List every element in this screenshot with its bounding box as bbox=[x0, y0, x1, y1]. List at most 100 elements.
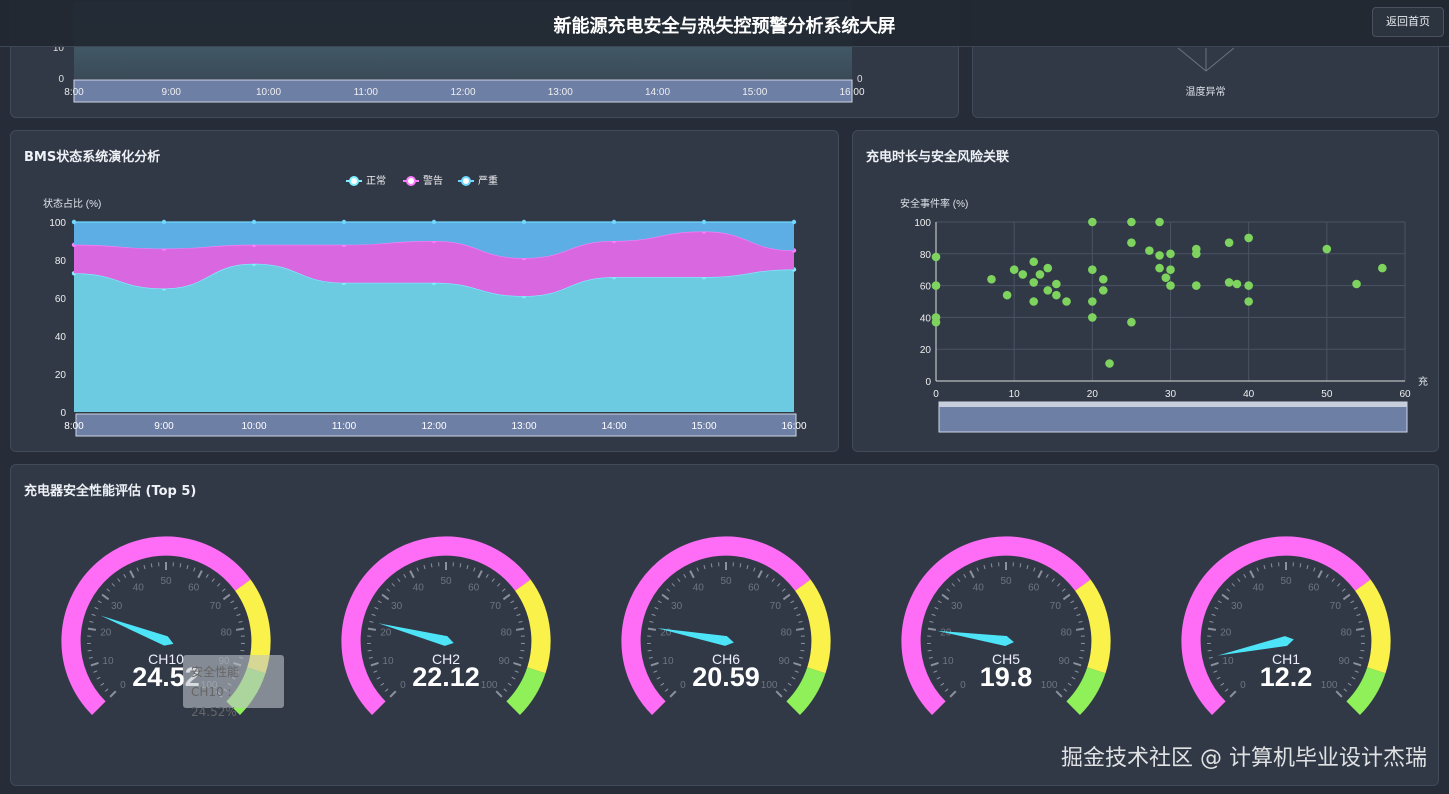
gauge-tick bbox=[689, 570, 695, 579]
scatter-point bbox=[1098, 274, 1108, 284]
bms-panel: BMS状态系统演化分析 状态占比 (%) 0 20 40 60 80 100 8:00 9:0… bbox=[10, 130, 839, 452]
gauge-tick bbox=[696, 567, 699, 572]
gauge-tick-label: 90 bbox=[1058, 656, 1070, 667]
gauge-tick bbox=[368, 656, 373, 659]
gauge-tick bbox=[1270, 563, 1273, 568]
scatter-chart: 安全事件率 (%) 充 0 20 40 60 80 100 0 10 20 30 40 50 60 bbox=[900, 197, 1428, 433]
gauge-tick bbox=[790, 600, 795, 604]
watermark: 掘金技术社区 @ 计算机毕业设计杰瑞 bbox=[1061, 746, 1427, 771]
gauge-tick bbox=[783, 688, 788, 692]
gauge-tick bbox=[230, 600, 235, 604]
gauge-tick bbox=[795, 627, 805, 631]
gauge-tick bbox=[459, 563, 462, 568]
gauge-tick bbox=[1076, 613, 1081, 617]
gauge-band bbox=[1354, 579, 1391, 674]
gauge-tick-label: 100 bbox=[1041, 680, 1058, 691]
y-tick: 40 bbox=[55, 332, 67, 343]
gauge-tick bbox=[1358, 620, 1363, 623]
gauge-tick bbox=[1221, 593, 1230, 601]
gauge-tick bbox=[503, 688, 508, 692]
gauge-tick bbox=[370, 661, 379, 667]
y-tick: 0 bbox=[58, 74, 64, 85]
gauge-tick bbox=[753, 567, 756, 572]
gauge-tick bbox=[221, 588, 226, 592]
gauge-tick bbox=[1211, 613, 1216, 617]
gauge-tick-label: 10 bbox=[942, 656, 954, 667]
gauge-tick bbox=[1335, 690, 1343, 698]
gauge-tick bbox=[1207, 649, 1212, 652]
legend-icon bbox=[406, 176, 416, 186]
gauge-band bbox=[1074, 579, 1111, 674]
gauge-tick bbox=[371, 613, 376, 617]
gauge-tick-label: 30 bbox=[951, 601, 963, 612]
gauge-ch6: 0102030405060708090100CH620.59 bbox=[621, 536, 831, 715]
scatter-point bbox=[1052, 290, 1061, 300]
y-tick: 0 bbox=[925, 377, 931, 388]
gauge-tick bbox=[946, 588, 951, 592]
scatter-point bbox=[1088, 265, 1097, 274]
gauge-tick bbox=[216, 583, 221, 587]
gauge-tick-label: 20 bbox=[380, 627, 392, 638]
gauge-tick bbox=[1079, 656, 1084, 659]
scatter-point bbox=[1052, 279, 1061, 289]
scatter-point bbox=[1127, 317, 1136, 327]
scatter-point bbox=[1166, 281, 1175, 290]
x-tick: 14:00 bbox=[601, 421, 626, 432]
gauge-tick bbox=[957, 578, 961, 583]
gauge-tick bbox=[1341, 588, 1346, 592]
scatter-point bbox=[1035, 270, 1045, 279]
gauge-tick bbox=[511, 676, 516, 680]
gauge-tick bbox=[1062, 593, 1071, 601]
back-home-button[interactable]: 返回首页 bbox=[1372, 7, 1444, 37]
gauge-tick-label: 70 bbox=[1050, 601, 1062, 612]
gauge-band bbox=[1066, 667, 1106, 715]
gauge-tick bbox=[1331, 578, 1335, 583]
scatter-point bbox=[931, 317, 941, 327]
scatter-point bbox=[1155, 251, 1164, 260]
gauge-tick bbox=[794, 670, 799, 673]
gauge-tick-label: 10 bbox=[102, 656, 114, 667]
y-tick: 0 bbox=[60, 408, 66, 419]
gauge-tick-label: 60 bbox=[188, 583, 200, 594]
tooltip: 安全性能 CH10 : 24.52% bbox=[183, 655, 284, 719]
data-point bbox=[251, 219, 257, 225]
scatter-point bbox=[1166, 265, 1175, 274]
gauge-tick bbox=[381, 593, 390, 601]
gauge-tick bbox=[653, 670, 658, 673]
x-tick: 16:00 bbox=[839, 87, 864, 98]
gauge-tick bbox=[235, 627, 245, 631]
scatter-point bbox=[1155, 263, 1164, 273]
x-axis-name: 充 bbox=[1418, 375, 1428, 388]
scatter-point bbox=[1062, 297, 1071, 306]
gauge-tick bbox=[501, 588, 506, 592]
scatter-point bbox=[1043, 263, 1053, 273]
gauge-tick bbox=[485, 574, 489, 578]
gauge-tick bbox=[666, 588, 671, 592]
gauge-row: 0102030405060708090100CH1024.52010203040… bbox=[61, 536, 1391, 715]
scatter-point bbox=[1145, 246, 1154, 255]
scatter-point bbox=[1244, 233, 1253, 243]
tooltip-text: CH10 : 24.52% bbox=[191, 685, 237, 719]
gauge-tick bbox=[933, 670, 938, 673]
x-tick: 8:00 bbox=[64, 421, 84, 432]
gauge-tick bbox=[477, 570, 483, 579]
scatter-point bbox=[1088, 217, 1097, 227]
gauge-tick bbox=[238, 620, 243, 623]
gauge-tick bbox=[391, 583, 396, 587]
gauge-tick bbox=[367, 627, 377, 631]
gauge-tick bbox=[661, 593, 670, 601]
gauge-tick bbox=[380, 682, 385, 686]
gauge-band bbox=[794, 579, 831, 674]
gauge-tick bbox=[1356, 613, 1361, 617]
gauge-tick bbox=[800, 649, 805, 652]
gauge-tick bbox=[1231, 583, 1236, 587]
gauge-tick bbox=[367, 649, 372, 652]
gauge-tick-label: 60 bbox=[1308, 583, 1320, 594]
gauge-tick bbox=[983, 564, 986, 570]
gauge-tick bbox=[205, 574, 209, 578]
x-tick: 40 bbox=[1243, 389, 1255, 400]
gauge-tick-label: 70 bbox=[210, 601, 222, 612]
gauge-tick-label: 100 bbox=[1321, 680, 1338, 691]
gauge-tick bbox=[757, 570, 763, 579]
x-tick: 50 bbox=[1321, 389, 1333, 400]
